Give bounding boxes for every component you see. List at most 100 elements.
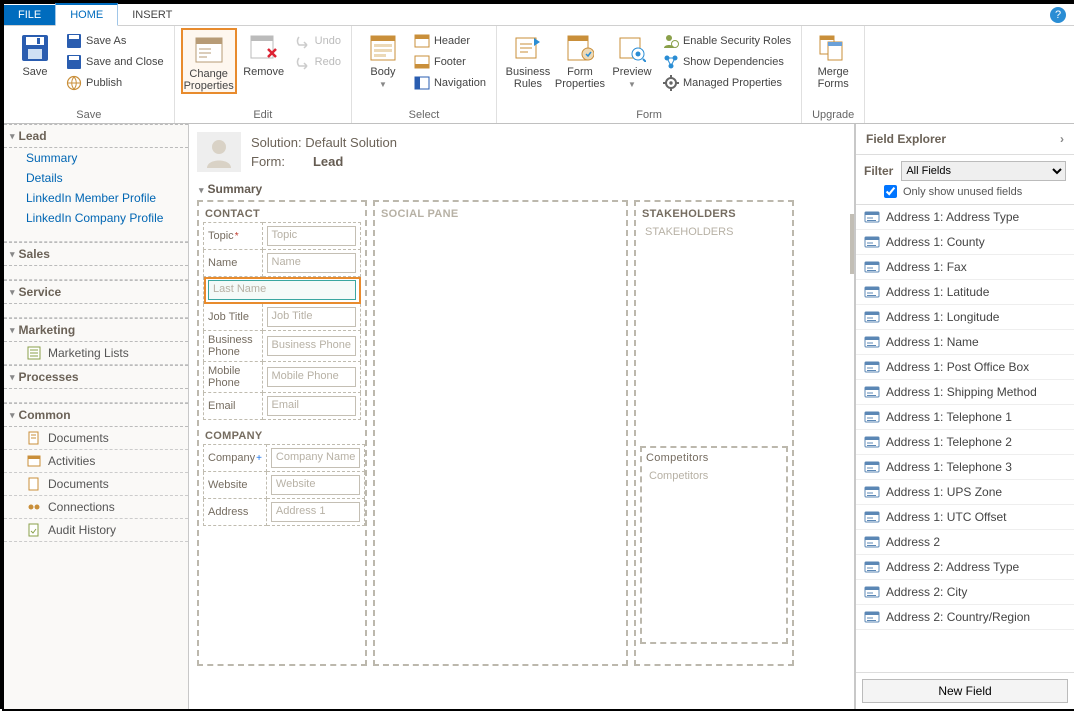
nav-item-linkedin-member[interactable]: LinkedIn Member Profile	[4, 188, 188, 208]
new-field-button[interactable]: New Field	[862, 679, 1068, 703]
filter-select[interactable]: All Fields	[901, 161, 1066, 181]
field-list-item[interactable]: Address 1: Longitude	[856, 305, 1074, 330]
body-button[interactable]: Body ▼	[358, 28, 408, 89]
field-jobtitle-input[interactable]: Job Title	[267, 307, 357, 327]
field-list-item[interactable]: Address 1: Address Type	[856, 205, 1074, 230]
stakeholders-placeholder[interactable]: STAKEHOLDERS	[640, 222, 788, 246]
chevron-right-icon[interactable]: ›	[1060, 132, 1064, 146]
form-properties-button[interactable]: Form Properties	[555, 28, 605, 90]
tab-home[interactable]: HOME	[55, 3, 118, 26]
nav-item-connections[interactable]: Connections	[4, 496, 188, 519]
merge-forms-label: Merge Forms	[808, 66, 858, 90]
tab-insert[interactable]: INSERT	[118, 5, 186, 25]
save-button[interactable]: Save	[10, 28, 60, 78]
field-lastname[interactable]: Last Name	[204, 277, 361, 304]
column-contact[interactable]: CONTACT Topic*Topic NameName Last Name J…	[197, 200, 367, 666]
left-nav: Lead Summary Details LinkedIn Member Pro…	[4, 124, 189, 709]
nav-section-sales[interactable]: Sales	[4, 242, 188, 266]
nav-section-service[interactable]: Service	[4, 280, 188, 304]
field-list[interactable]: Address 1: Address TypeAddress 1: County…	[856, 204, 1074, 672]
nav-section-processes[interactable]: Processes	[4, 365, 188, 389]
tab-summary-header[interactable]: Summary	[197, 180, 846, 200]
save-close-button[interactable]: Save and Close	[62, 53, 168, 71]
undo-button[interactable]: Undo	[291, 32, 345, 50]
nav-section-common[interactable]: Common	[4, 403, 188, 427]
competitors-placeholder[interactable]: Competitors	[644, 466, 784, 490]
field-list-item[interactable]: Address 1: UPS Zone	[856, 480, 1074, 505]
field-list-item[interactable]: Address 1: Fax	[856, 255, 1074, 280]
field-list-item[interactable]: Address 2	[856, 530, 1074, 555]
show-dependencies-button[interactable]: Show Dependencies	[659, 53, 795, 71]
field-list-item[interactable]: Address 1: Telephone 2	[856, 430, 1074, 455]
field-list-item[interactable]: Address 2: Country/Region	[856, 605, 1074, 630]
field-mobile[interactable]: Mobile PhoneMobile Phone	[204, 362, 361, 393]
field-list-item[interactable]: Address 1: Shipping Method	[856, 380, 1074, 405]
only-unused-checkbox[interactable]	[884, 185, 897, 198]
nav-item-activities[interactable]: Activities	[4, 450, 188, 473]
save-as-button[interactable]: Save As	[62, 32, 168, 50]
field-list-item-label: Address 1: Shipping Method	[886, 385, 1037, 399]
nav-item-documents[interactable]: Documents	[4, 427, 188, 450]
field-address-input[interactable]: Address 1	[271, 502, 360, 522]
enable-security-button[interactable]: Enable Security Roles	[659, 32, 795, 50]
nav-section-marketing[interactable]: Marketing	[4, 318, 188, 342]
tab-file[interactable]: FILE	[4, 5, 55, 25]
field-name[interactable]: NameName	[204, 250, 361, 277]
remove-button[interactable]: Remove	[239, 28, 289, 78]
preview-button[interactable]: Preview ▼	[607, 28, 657, 89]
nav-item-details[interactable]: Details	[4, 168, 188, 188]
publish-button[interactable]: Publish	[62, 74, 168, 92]
field-list-item[interactable]: Address 2: City	[856, 580, 1074, 605]
field-list-item[interactable]: Address 1: Name	[856, 330, 1074, 355]
merge-forms-button[interactable]: Merge Forms	[808, 28, 858, 90]
field-icon	[864, 310, 880, 324]
footer-button[interactable]: Footer	[410, 53, 490, 71]
nav-item-marketing-lists[interactable]: Marketing Lists	[4, 342, 188, 365]
field-address[interactable]: AddressAddress 1	[204, 499, 365, 526]
help-icon[interactable]: ?	[1050, 7, 1066, 23]
field-list-item[interactable]: Address 1: County	[856, 230, 1074, 255]
field-email[interactable]: EmailEmail	[204, 393, 361, 420]
field-email-input[interactable]: Email	[267, 396, 357, 416]
field-topic[interactable]: Topic*Topic	[204, 223, 361, 250]
change-properties-button[interactable]: Change Properties	[181, 28, 237, 94]
nav-section-lead[interactable]: Lead	[4, 124, 188, 148]
field-website[interactable]: WebsiteWebsite	[204, 472, 365, 499]
field-jobtitle[interactable]: Job TitleJob Title	[204, 304, 361, 331]
field-list-item[interactable]: Address 1: Telephone 3	[856, 455, 1074, 480]
nav-item-linkedin-company[interactable]: LinkedIn Company Profile	[4, 208, 188, 228]
field-list-item[interactable]: Address 1: Telephone 1	[856, 405, 1074, 430]
field-list-item[interactable]: Address 1: Latitude	[856, 280, 1074, 305]
field-mobile-input[interactable]: Mobile Phone	[267, 367, 357, 387]
entity-avatar-icon	[197, 132, 241, 172]
form-canvas[interactable]: Solution: Default Solution Form:Lead Sum…	[189, 124, 854, 709]
field-topic-input[interactable]: Topic	[267, 226, 357, 246]
managed-properties-button[interactable]: Managed Properties	[659, 74, 795, 92]
field-icon	[864, 260, 880, 274]
field-company-input[interactable]: Company Name	[271, 448, 360, 468]
field-icon	[864, 285, 880, 299]
field-bizphone-input[interactable]: Business Phone	[267, 336, 357, 356]
nav-item-audit-history[interactable]: Audit History	[4, 519, 188, 542]
field-list-item-label: Address 1: Telephone 1	[886, 410, 1012, 424]
nav-item-documents-2[interactable]: Documents	[4, 473, 188, 496]
navigation-button[interactable]: Navigation	[410, 74, 490, 92]
field-name-input[interactable]: Name	[267, 253, 357, 273]
field-bizphone[interactable]: Business PhoneBusiness Phone	[204, 331, 361, 362]
form-properties-label: Form Properties	[555, 66, 605, 90]
field-list-item[interactable]: Address 1: UTC Offset	[856, 505, 1074, 530]
nav-item-summary[interactable]: Summary	[4, 148, 188, 168]
field-company[interactable]: Company+Company Name	[204, 445, 365, 472]
column-stakeholders[interactable]: STAKEHOLDERS STAKEHOLDERS Competitors Co…	[634, 200, 794, 666]
redo-button[interactable]: Redo	[291, 53, 345, 71]
field-list-item[interactable]: Address 1: Post Office Box	[856, 355, 1074, 380]
field-list-item[interactable]: Address 2: Address Type	[856, 555, 1074, 580]
header-button[interactable]: Header	[410, 32, 490, 50]
column-social[interactable]: SOCIAL PANE	[373, 200, 628, 666]
field-lastname-input[interactable]: Last Name	[208, 280, 356, 300]
field-website-input[interactable]: Website	[271, 475, 360, 495]
business-rules-button[interactable]: Business Rules	[503, 28, 553, 90]
scrollbar-thumb[interactable]	[850, 214, 854, 274]
section-competitors-title: Competitors	[644, 450, 784, 466]
remove-icon	[248, 32, 280, 64]
